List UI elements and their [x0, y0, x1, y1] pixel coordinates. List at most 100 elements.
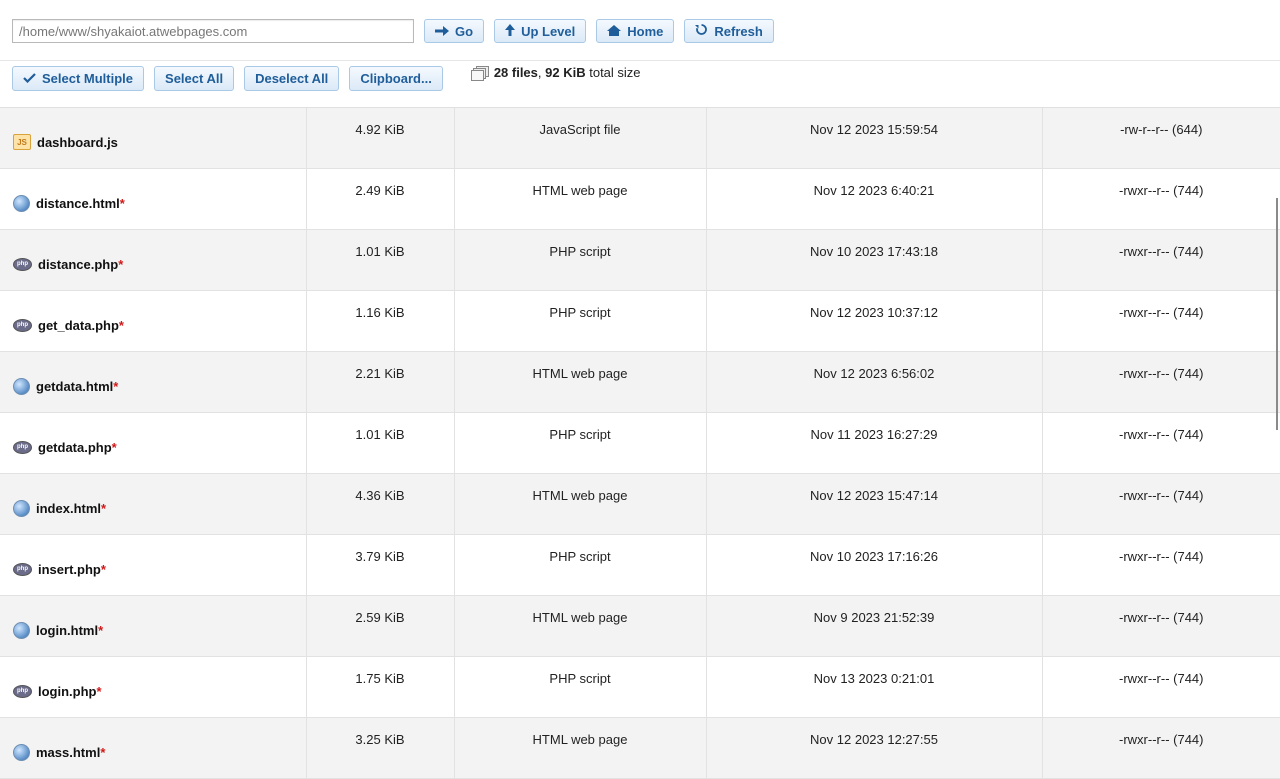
file-date: Nov 11 2023 16:27:29	[706, 412, 1043, 474]
file-row[interactable]: php login.php* 1.75 KiB PHP script Nov 1…	[0, 656, 1280, 718]
file-permissions[interactable]: -rwxr--r-- (744)	[1042, 534, 1280, 596]
summary-suffix: total size	[585, 65, 641, 80]
file-row[interactable]: php getdata.php* 1.01 KiB PHP script Nov…	[0, 412, 1280, 474]
file-name-cell[interactable]: login.html*	[0, 595, 307, 657]
php-file-icon: php	[13, 318, 32, 332]
file-permissions[interactable]: -rwxr--r-- (744)	[1042, 656, 1280, 718]
php-file-icon: php	[13, 440, 32, 454]
arrow-up-icon	[505, 23, 516, 39]
select-all-button[interactable]: Select All	[154, 66, 235, 91]
html-file-icon	[13, 743, 30, 761]
html-file-icon	[13, 621, 30, 639]
file-type: HTML web page	[454, 595, 707, 657]
files-stack-icon	[470, 65, 489, 81]
file-name: distance.html	[36, 195, 120, 211]
file-name-cell[interactable]: php login.php*	[0, 656, 307, 718]
file-name-cell[interactable]: JS dashboard.js	[0, 108, 307, 169]
file-size: 2.59 KiB	[306, 595, 455, 657]
file-permissions[interactable]: -rwxr--r-- (744)	[1042, 290, 1280, 352]
file-type: JavaScript file	[454, 108, 707, 169]
file-name-cell[interactable]: php distance.php*	[0, 229, 307, 291]
file-permissions[interactable]: -rwxr--r-- (744)	[1042, 412, 1280, 474]
file-name-cell[interactable]: php getdata.php*	[0, 412, 307, 474]
file-permissions[interactable]: -rwxr--r-- (744)	[1042, 351, 1280, 413]
file-permissions[interactable]: -rwxr--r-- (744)	[1042, 229, 1280, 291]
file-name-cell[interactable]: index.html*	[0, 473, 307, 535]
file-name-cell[interactable]: distance.html*	[0, 168, 307, 230]
file-date: Nov 10 2023 17:43:18	[706, 229, 1043, 291]
file-size: 1.01 KiB	[306, 229, 455, 291]
file-date: Nov 12 2023 12:27:55	[706, 717, 1043, 779]
file-name-link[interactable]: login.html*	[36, 623, 103, 638]
file-row[interactable]: php get_data.php* 1.16 KiB PHP script No…	[0, 290, 1280, 352]
clipboard-button[interactable]: Clipboard...	[349, 66, 443, 91]
modified-marker: *	[119, 195, 125, 211]
file-size: 1.16 KiB	[306, 290, 455, 352]
file-row[interactable]: index.html* 4.36 KiB HTML web page Nov 1…	[0, 473, 1280, 535]
file-name-link[interactable]: insert.php*	[38, 562, 106, 577]
home-button[interactable]: Home	[596, 19, 675, 43]
deselect-all-button[interactable]: Deselect All	[244, 66, 340, 91]
deselect-all-label: Deselect All	[255, 71, 329, 86]
file-permissions[interactable]: -rwxr--r-- (744)	[1042, 717, 1280, 779]
scrollbar[interactable]	[1276, 198, 1278, 430]
file-row[interactable]: php distance.php* 1.01 KiB PHP script No…	[0, 229, 1280, 291]
file-size: 2.21 KiB	[306, 351, 455, 413]
file-name-cell[interactable]: php get_data.php*	[0, 290, 307, 352]
file-name-cell[interactable]: getdata.html*	[0, 351, 307, 413]
file-type: HTML web page	[454, 351, 707, 413]
file-name-link[interactable]: get_data.php*	[38, 318, 124, 333]
file-name-link[interactable]: mass.html*	[36, 745, 105, 760]
go-button[interactable]: Go	[424, 19, 485, 43]
file-date: Nov 12 2023 6:40:21	[706, 168, 1043, 230]
file-permissions[interactable]: -rw-r--r-- (644)	[1042, 108, 1280, 169]
select-multiple-button[interactable]: Select Multiple	[12, 66, 145, 91]
file-size: 3.25 KiB	[306, 717, 455, 779]
file-name: getdata.html	[36, 378, 114, 394]
file-name: login.php	[38, 683, 97, 699]
file-name-cell[interactable]: php insert.php*	[0, 534, 307, 596]
file-row[interactable]: php insert.php* 3.79 KiB PHP script Nov …	[0, 534, 1280, 596]
file-name-cell[interactable]: mass.html*	[0, 717, 307, 779]
refresh-button[interactable]: Refresh	[684, 19, 774, 43]
file-name: mass.html	[36, 744, 101, 760]
clipboard-label: Clipboard...	[360, 71, 432, 86]
file-row[interactable]: distance.html* 2.49 KiB HTML web page No…	[0, 168, 1280, 230]
file-name-link[interactable]: distance.html*	[36, 196, 125, 211]
file-name-link[interactable]: dashboard.js	[37, 135, 118, 150]
file-row[interactable]: getdata.html* 2.21 KiB HTML web page Nov…	[0, 351, 1280, 413]
file-name-link[interactable]: getdata.html*	[36, 379, 118, 394]
file-type: PHP script	[454, 656, 707, 718]
file-row[interactable]: JS dashboard.js 4.92 KiB JavaScript file…	[0, 108, 1280, 169]
html-file-icon	[13, 499, 30, 517]
file-type: PHP script	[454, 412, 707, 474]
file-size: 3.79 KiB	[306, 534, 455, 596]
home-icon	[607, 24, 622, 39]
file-permissions[interactable]: -rwxr--r-- (744)	[1042, 168, 1280, 230]
refresh-icon	[695, 23, 708, 39]
file-name: index.html	[36, 500, 102, 516]
file-permissions[interactable]: -rwxr--r-- (744)	[1042, 595, 1280, 657]
file-date: Nov 12 2023 6:56:02	[706, 351, 1043, 413]
file-row[interactable]: mass.html* 3.25 KiB HTML web page Nov 12…	[0, 717, 1280, 779]
file-date: Nov 10 2023 17:16:26	[706, 534, 1043, 596]
file-name: getdata.php	[38, 439, 112, 455]
html-file-icon	[13, 194, 30, 212]
modified-marker: *	[113, 378, 119, 394]
checkmark-icon	[23, 71, 36, 86]
modified-marker: *	[100, 744, 106, 760]
file-row[interactable]: login.html* 2.59 KiB HTML web page Nov 9…	[0, 595, 1280, 657]
file-permissions[interactable]: -rwxr--r-- (744)	[1042, 473, 1280, 535]
js-file-icon: JS	[13, 134, 31, 150]
file-date: Nov 9 2023 21:52:39	[706, 595, 1043, 657]
file-name-link[interactable]: distance.php*	[38, 257, 123, 272]
file-name-link[interactable]: index.html*	[36, 501, 106, 516]
file-name-link[interactable]: getdata.php*	[38, 440, 117, 455]
file-date: Nov 12 2023 15:47:14	[706, 473, 1043, 535]
up-level-button[interactable]: Up Level	[494, 19, 587, 43]
path-input[interactable]	[12, 19, 414, 43]
total-size: 92 KiB	[545, 65, 586, 80]
go-label: Go	[455, 23, 474, 39]
file-name-link[interactable]: login.php*	[38, 684, 102, 699]
php-file-icon: php	[13, 562, 32, 576]
